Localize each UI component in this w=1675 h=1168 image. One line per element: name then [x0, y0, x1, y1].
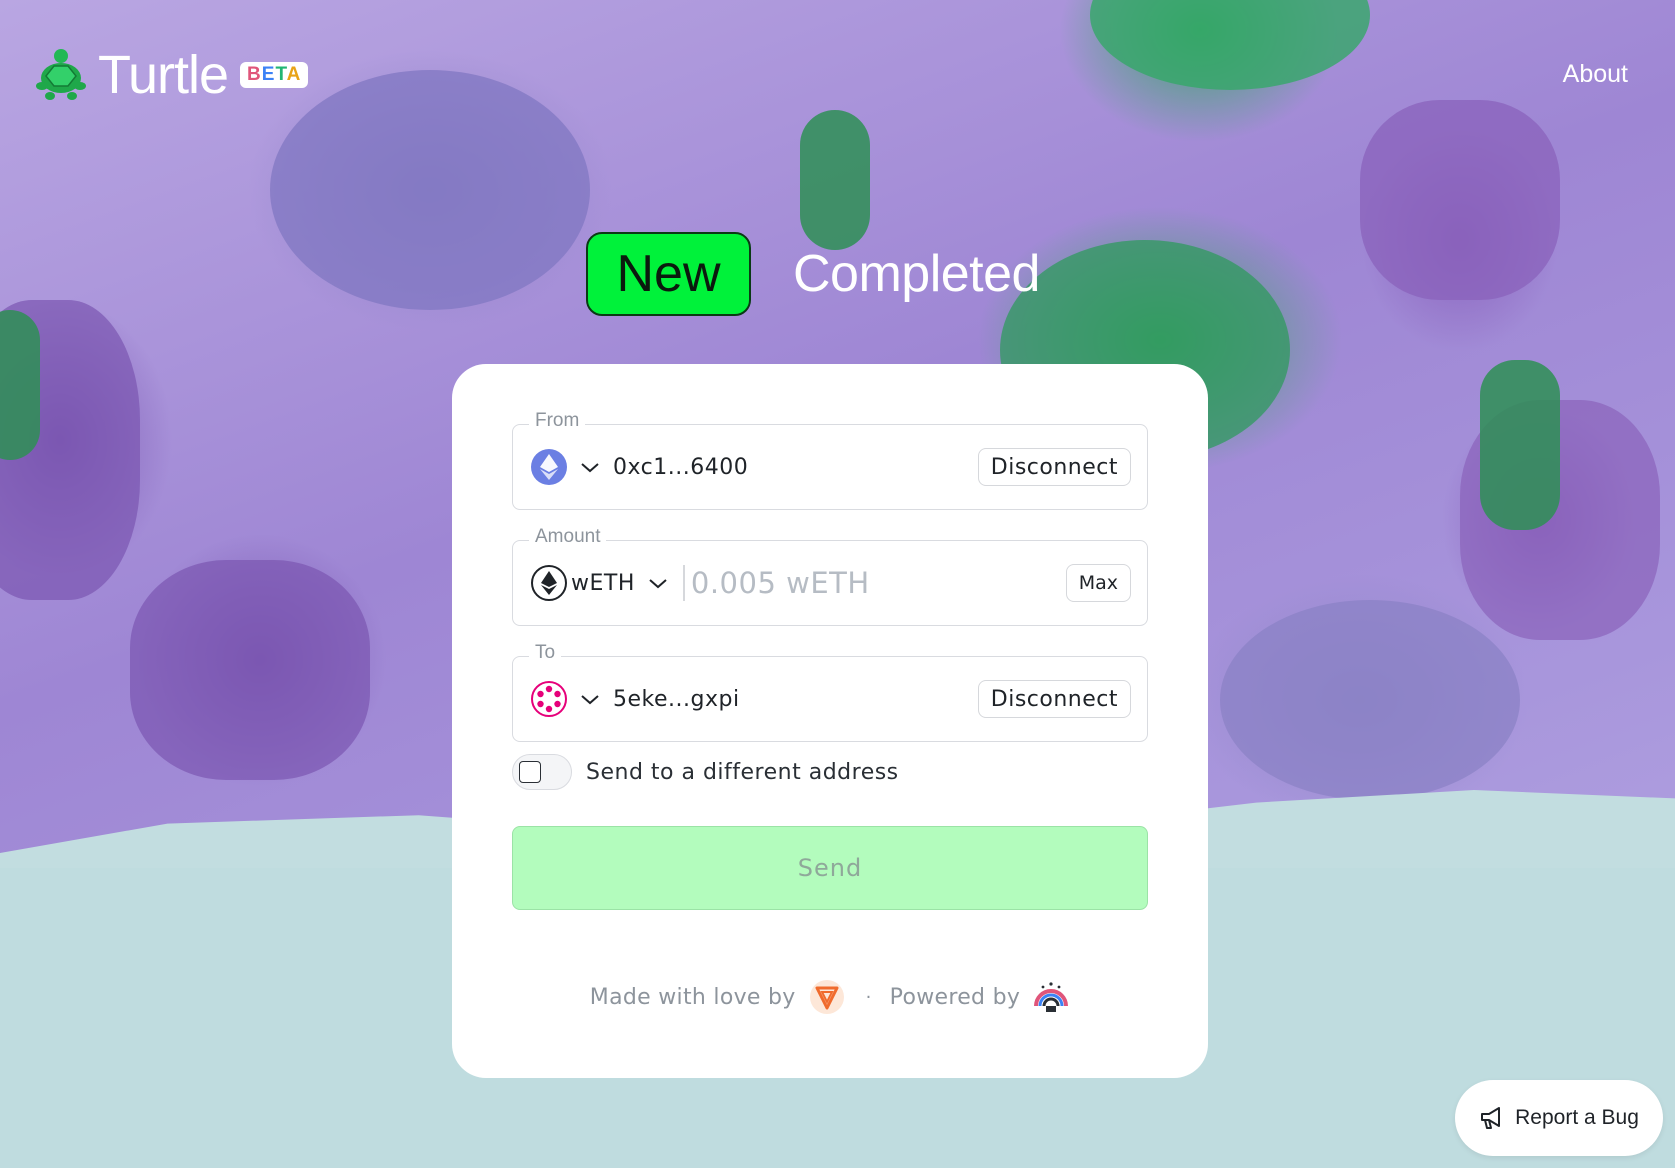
from-disconnect-button[interactable]: Disconnect: [977, 448, 1131, 486]
beta-badge: BETA: [240, 62, 309, 88]
from-address: 0xc1...6400: [613, 454, 749, 480]
report-bug-button[interactable]: Report a Bug: [1455, 1080, 1663, 1156]
brand-logo[interactable]: Turtle BETA: [30, 44, 309, 106]
toggle-knob: [519, 761, 541, 783]
amount-divider: [682, 565, 685, 601]
tab-completed[interactable]: Completed: [793, 244, 1040, 304]
different-address-toggle[interactable]: [512, 754, 572, 790]
chevron-down-icon[interactable]: [579, 688, 601, 710]
turtle-shell-decoration: [270, 70, 590, 310]
cactus-decoration: [0, 310, 40, 460]
about-link[interactable]: About: [1563, 60, 1628, 89]
card-footer: Made with love by · Powered by: [452, 978, 1208, 1016]
amount-input[interactable]: [690, 566, 1021, 600]
tab-new[interactable]: New: [586, 232, 751, 316]
brand-name: Turtle: [98, 45, 229, 105]
powered-by-text: Powered by: [889, 984, 1021, 1010]
different-address-label[interactable]: Send to a different address: [586, 760, 899, 785]
mode-tabs: New Completed: [586, 232, 1040, 316]
different-address-row: Send to a different address: [512, 754, 899, 790]
footer-separator: ·: [865, 986, 872, 1008]
rock-decoration: [1360, 100, 1560, 300]
turtle-icon: [30, 44, 92, 106]
to-address: 5eke...gxpi: [613, 686, 740, 712]
transfer-card: From 0xc1...6400 Disconnect Amount wETH …: [452, 364, 1208, 1078]
made-with-love-text: Made with love by: [589, 984, 796, 1010]
amount-field: Amount wETH Max: [512, 526, 1148, 626]
to-field: To 5eke...gxpi Disconnect: [512, 642, 1148, 742]
max-button[interactable]: Max: [1065, 564, 1131, 602]
maker-logo-icon[interactable]: [808, 978, 846, 1016]
cactus-decoration: [800, 110, 870, 250]
cactus-decoration: [1480, 360, 1560, 530]
megaphone-icon: [1481, 1107, 1501, 1129]
weth-icon[interactable]: [531, 565, 567, 601]
chevron-down-icon[interactable]: [579, 456, 601, 478]
rock-decoration: [130, 560, 370, 780]
token-symbol[interactable]: wETH: [571, 571, 635, 596]
from-field: From 0xc1...6400 Disconnect: [512, 410, 1148, 510]
to-disconnect-button[interactable]: Disconnect: [977, 680, 1131, 718]
powered-by-logo-icon[interactable]: [1032, 978, 1070, 1016]
turtle-shell-decoration: [1220, 600, 1520, 800]
polkadot-icon[interactable]: [531, 681, 567, 717]
ethereum-icon[interactable]: [531, 449, 567, 485]
turtle-shell-decoration: [1090, 0, 1370, 90]
send-button[interactable]: Send: [512, 826, 1148, 910]
chevron-down-icon[interactable]: [647, 572, 669, 594]
report-bug-label: Report a Bug: [1515, 1106, 1639, 1129]
